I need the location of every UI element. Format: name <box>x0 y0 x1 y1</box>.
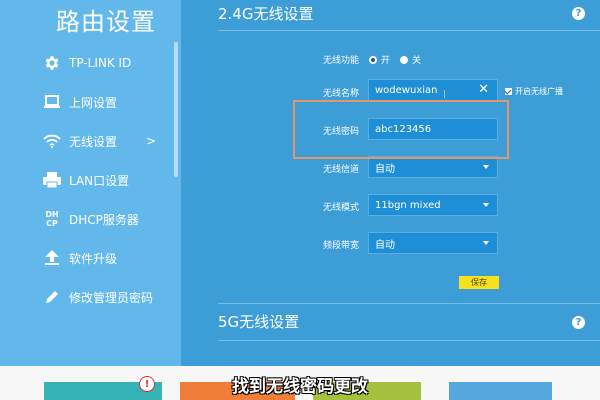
sidebar-item-label: DHCP服务器 <box>69 212 139 227</box>
dhcp-icon: DH CP <box>42 209 62 229</box>
sidebar-item-label: 上网设置 <box>69 95 118 110</box>
dhcp-icon-bottom: CP <box>46 219 58 228</box>
upload-icon <box>42 248 62 268</box>
printer-icon <box>42 170 62 190</box>
save-button[interactable]: 保存 <box>459 276 499 289</box>
sidebar-item-label: LAN口设置 <box>69 173 130 188</box>
divider <box>218 30 600 31</box>
help-icon[interactable]: ? <box>572 316 585 329</box>
channel-label: 无线信道 <box>322 165 359 175</box>
sidebar-item-label: 软件升级 <box>69 251 118 266</box>
sidebar-scrollbar[interactable] <box>174 42 178 177</box>
main-panel: 2.4G无线设置 ? 无线功能 开 关 无线名称 ✕ 开启无线广播 无线密码 无… <box>181 0 600 366</box>
chevron-down-icon <box>483 203 489 207</box>
section-title-5g: 5G无线设置 <box>218 313 300 331</box>
monitor-icon <box>42 92 62 112</box>
bandwidth-value: 自动 <box>375 239 395 251</box>
chevron-down-icon <box>483 241 489 245</box>
chevron-right-icon: > <box>146 134 157 148</box>
sidebar-item-admin-password[interactable]: 修改管理员密码 <box>0 282 181 312</box>
clear-icon[interactable]: ✕ <box>478 82 489 97</box>
section-title-2g: 2.4G无线设置 <box>218 5 314 23</box>
radio-off-label: 关 <box>412 56 422 66</box>
wifi-icon <box>42 131 62 151</box>
divider <box>218 340 600 341</box>
channel-value: 自动 <box>375 163 395 175</box>
radio-on-label: 开 <box>381 56 391 66</box>
sidebar-item-dhcp[interactable]: DH CP DHCP服务器 <box>0 204 181 234</box>
bandwidth-label: 频段带宽 <box>322 241 359 251</box>
mode-value: 11bgn mixed <box>375 199 441 211</box>
sidebar-item-upgrade[interactable]: 软件升级 <box>0 243 181 273</box>
ssid-field[interactable]: ✕ <box>368 79 498 101</box>
sidebar-item-wireless[interactable]: 无线设置 > <box>0 126 181 156</box>
radio-off[interactable] <box>400 55 409 64</box>
wireless-enable-label: 无线功能 <box>322 56 359 66</box>
video-caption: 找到无线密码更改 <box>232 377 368 397</box>
divider <box>218 303 600 304</box>
mode-select[interactable]: 11bgn mixed <box>368 194 498 216</box>
sidebar-item-lan[interactable]: LAN口设置 <box>0 165 181 195</box>
dhcp-icon-top: DH <box>45 210 59 219</box>
broadcast-checkbox[interactable] <box>505 88 512 95</box>
chevron-down-icon <box>483 165 489 169</box>
pencil-icon <box>42 287 62 307</box>
broadcast-option[interactable]: 开启无线广播 <box>505 86 563 97</box>
wireless-enable-radios: 开 关 <box>369 53 421 66</box>
highlight-box <box>293 100 509 159</box>
channel-select[interactable]: 自动 <box>368 156 498 178</box>
sidebar-title: 路由设置 <box>56 8 156 36</box>
sidebar-item-internet[interactable]: 上网设置 <box>0 87 181 117</box>
sidebar-item-tplink-id[interactable]: TP-LINK ID <box>0 48 181 78</box>
cursor-mark: | <box>443 89 446 98</box>
help-icon[interactable]: ? <box>572 7 585 20</box>
sidebar-item-label: 修改管理员密码 <box>69 290 154 305</box>
broadcast-label: 开启无线广播 <box>515 87 563 96</box>
sidebar-item-label: TP-LINK ID <box>69 56 132 70</box>
ssid-label: 无线名称 <box>322 89 359 99</box>
mode-label: 无线模式 <box>322 203 359 213</box>
sidebar-item-label: 无线设置 <box>69 134 118 149</box>
bandwidth-select[interactable]: 自动 <box>368 232 498 254</box>
radio-on[interactable] <box>369 55 377 64</box>
sidebar: 路由设置 TP-LINK ID 上网设置 无线设置 > LAN口设置 DH CP… <box>0 0 181 366</box>
gear-icon <box>42 53 62 73</box>
